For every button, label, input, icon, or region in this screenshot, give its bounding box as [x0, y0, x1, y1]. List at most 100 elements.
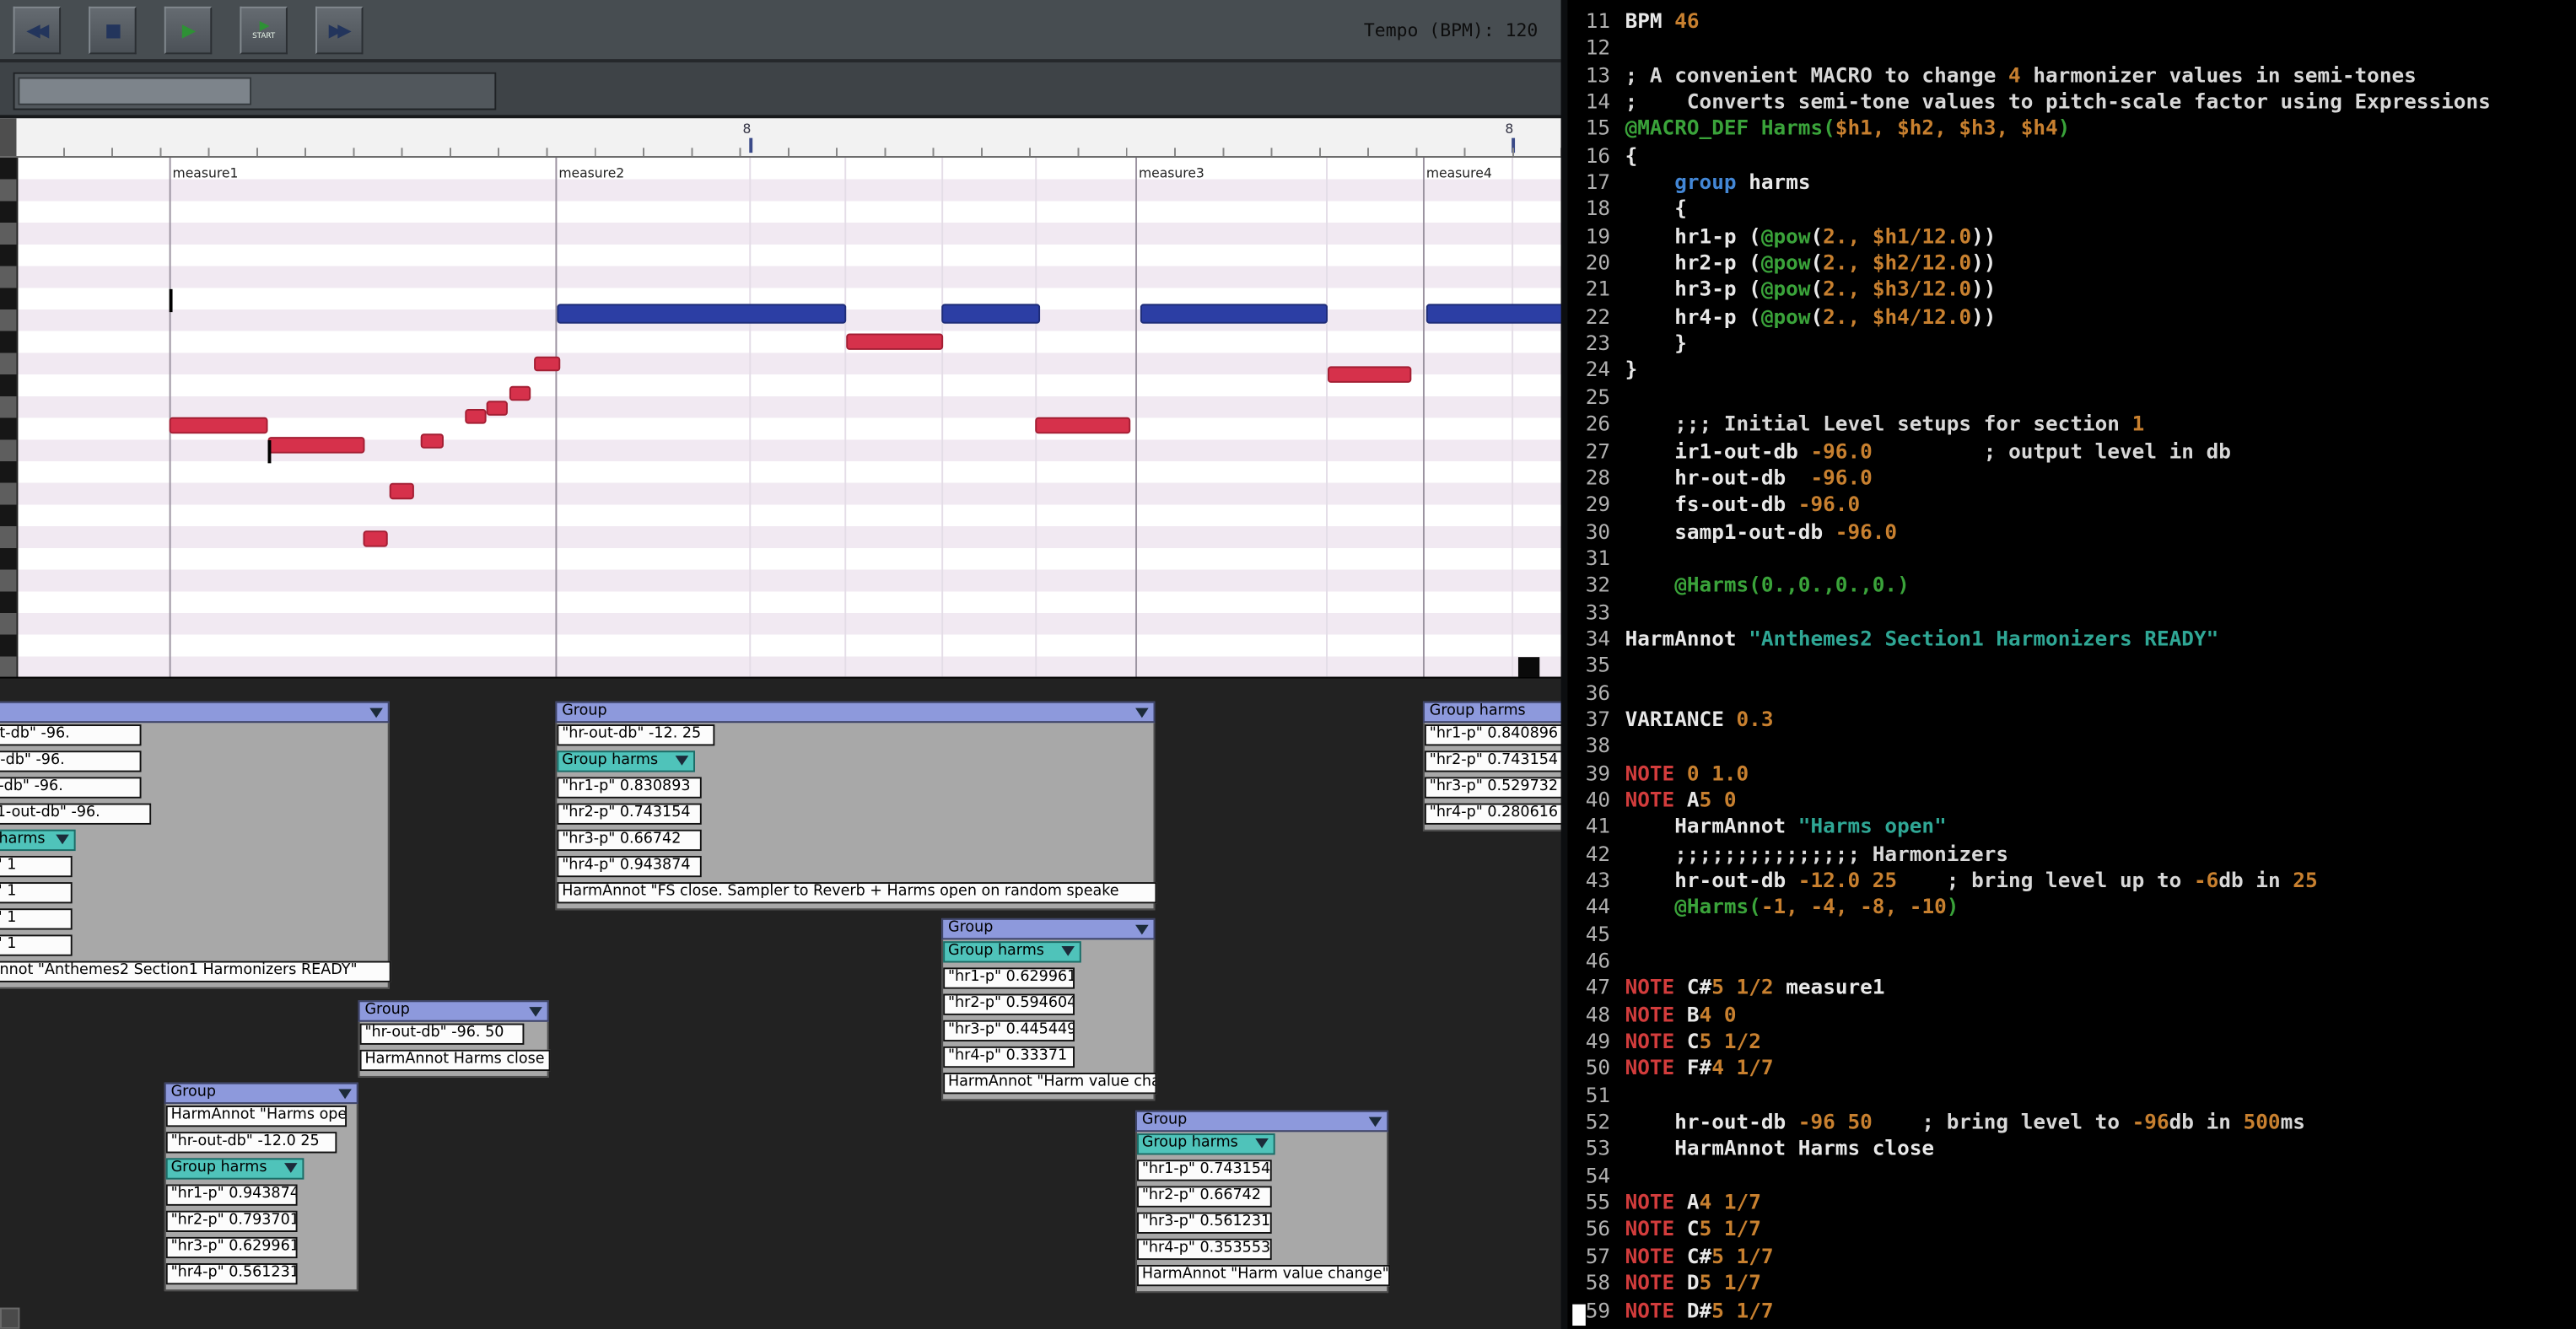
note[interactable] [486, 401, 508, 416]
param-value[interactable]: "hr3-p" 0.445449 [943, 1020, 1075, 1042]
group-harms-header[interactable]: Group harms [165, 1158, 304, 1180]
zoom-scrollbar[interactable] [13, 72, 497, 110]
note[interactable] [1327, 366, 1412, 383]
group-harms-header[interactable]: Group harms [943, 941, 1081, 963]
param-value[interactable]: "hr4-p" 0.943874 [557, 855, 702, 878]
panel-title-label: Group [562, 702, 607, 720]
line-number: 47 [1585, 974, 1611, 1000]
note[interactable] [509, 385, 531, 401]
param-value[interactable]: "hr4-p" 0.353553 [1137, 1238, 1272, 1261]
collapse-triangle-icon[interactable] [56, 834, 69, 845]
param-value[interactable]: "hr-out-db" -12. 25 [557, 724, 715, 746]
param-value[interactable]: "hr4-p" 1 [0, 934, 73, 956]
collapse-triangle-icon[interactable] [369, 708, 383, 718]
param-value[interactable]: "hr-out-db" -96. [0, 751, 142, 772]
param-value[interactable]: "hr3-p" 0.561231 [1137, 1212, 1272, 1234]
ruler-beat-label: 8 [742, 121, 752, 137]
note[interactable] [534, 356, 561, 372]
code-line: 28 hr-out-db -96.0 [1567, 465, 2576, 492]
param-value[interactable]: "hr3-p" 0.629961 [165, 1236, 298, 1259]
note[interactable] [267, 437, 365, 454]
note[interactable] [389, 482, 414, 500]
param-value[interactable]: "hr4-p" 0.280616 [1424, 803, 1561, 825]
collapse-triangle-icon[interactable] [529, 1007, 542, 1017]
param-value[interactable]: "ir1-out-db" -96. [0, 724, 142, 746]
param-value[interactable]: "samp1-out-db" -96. [0, 803, 152, 825]
panel-title-bar[interactable]: Group [1135, 1110, 1389, 1133]
rewind-button[interactable]: ◀◀ [13, 5, 62, 54]
group-harms-label: Group harms [562, 752, 659, 769]
stop-button[interactable]: ■ [89, 5, 137, 54]
group-harms-header[interactable]: Group harms [0, 829, 76, 852]
line-number: 39 [1585, 760, 1611, 785]
panel-title-label: Group [947, 919, 994, 937]
param-value[interactable]: "hr2-p" 0.743154 [1424, 751, 1561, 772]
code-line: 46 [1567, 948, 2576, 975]
timeline-ruler[interactable]: 88 [0, 118, 1561, 159]
play-button[interactable]: ▶ [164, 5, 213, 54]
line-number: 24 [1585, 357, 1611, 382]
zoom-scrollbar-thumb[interactable] [18, 77, 252, 105]
param-value[interactable]: "fs-out-db" -96. [0, 777, 142, 799]
ruler-tick [1512, 137, 1516, 153]
param-value[interactable]: "hr2-p" 1 [0, 882, 73, 904]
note[interactable] [465, 409, 487, 424]
collapse-triangle-icon[interactable] [675, 756, 689, 766]
collapse-triangle-icon[interactable] [338, 1089, 352, 1100]
param-value[interactable]: "hr-out-db" -96. 50 [359, 1023, 525, 1045]
collapse-triangle-icon[interactable] [1061, 946, 1075, 956]
panel-title-bar[interactable]: Group [164, 1082, 358, 1105]
scroll-corner[interactable] [1517, 657, 1540, 677]
param-value[interactable]: "hr3-p" 0.66742 [557, 829, 702, 852]
note[interactable] [420, 433, 444, 449]
harmonizer-note[interactable] [557, 304, 847, 324]
code-line: 12 [1567, 35, 2576, 62]
group-harms-header[interactable]: Group harms [557, 751, 696, 772]
panel-title-bar[interactable]: Group [358, 1000, 549, 1022]
param-value[interactable]: "hr1-p" 1 [0, 855, 73, 878]
line-number: 44 [1585, 894, 1611, 919]
note[interactable] [846, 333, 944, 350]
param-value[interactable]: "hr1-p" 0.830893 [557, 777, 702, 799]
line-number: 26 [1585, 411, 1611, 436]
harmonizer-note[interactable] [1425, 304, 1561, 324]
panel-title-bar[interactable]: Group [0, 701, 390, 724]
param-value[interactable]: "hr2-p" 0.594604 [943, 993, 1075, 1015]
piano-roll[interactable]: measure1 measure2 measure3 measure4 [0, 158, 1561, 679]
line-number: 32 [1585, 572, 1611, 597]
fast-forward-button[interactable]: ▶▶ [315, 5, 364, 54]
panel-title-bar[interactable]: Group [555, 701, 1156, 724]
param-value[interactable]: "hr-out-db" -12.0 25 [165, 1132, 337, 1154]
note[interactable] [363, 530, 388, 547]
code-line: 31 [1567, 545, 2576, 572]
collapse-triangle-icon[interactable] [284, 1163, 298, 1173]
play-from-start-button[interactable]: ▶ START [240, 5, 288, 54]
collapse-triangle-icon[interactable] [1368, 1116, 1382, 1127]
param-value[interactable]: "hr1-p" 0.943874 [165, 1184, 298, 1206]
param-value[interactable]: "hr4-p" 0.561231 [165, 1263, 298, 1285]
param-value[interactable]: "hr1-p" 0.629961 [943, 967, 1075, 989]
line-number: 54 [1585, 1162, 1611, 1187]
param-value[interactable]: "hr1-p" 0.840896 [1424, 724, 1561, 746]
param-value[interactable]: "hr2-p" 0.743154 [557, 803, 702, 825]
measure-label: measure3 [1138, 165, 1204, 181]
code-line: 49 NOTE C5 1/2 [1567, 1029, 2576, 1056]
group-harms-header[interactable]: Group harms [1137, 1133, 1275, 1155]
collapse-triangle-icon[interactable] [1255, 1138, 1269, 1149]
collapse-triangle-icon[interactable] [1135, 924, 1149, 935]
panel-title-bar[interactable]: Group harms [1422, 701, 1561, 724]
pane-divider[interactable] [1560, 0, 1568, 1329]
param-value[interactable]: "hr2-p" 0.793701 [165, 1210, 298, 1232]
param-value[interactable]: "hr2-p" 0.66742 [1137, 1186, 1272, 1208]
param-value[interactable]: "hr3-p" 0.529732 [1424, 777, 1561, 799]
collapse-triangle-icon[interactable] [1135, 708, 1149, 718]
note[interactable] [1035, 417, 1131, 434]
harmonizer-note[interactable] [941, 304, 1041, 324]
harmonizer-note[interactable] [1140, 304, 1328, 324]
param-value[interactable]: "hr3-p" 1 [0, 908, 73, 930]
note[interactable] [169, 417, 268, 434]
param-value[interactable]: "hr1-p" 0.743154 [1137, 1160, 1272, 1181]
param-value[interactable]: "hr4-p" 0.33371 [943, 1046, 1075, 1068]
panel-title-bar[interactable]: Group [941, 917, 1156, 940]
code-editor[interactable]: 11 BPM 46 12 13; A convenient MACRO to chan… [1567, 0, 2576, 1329]
